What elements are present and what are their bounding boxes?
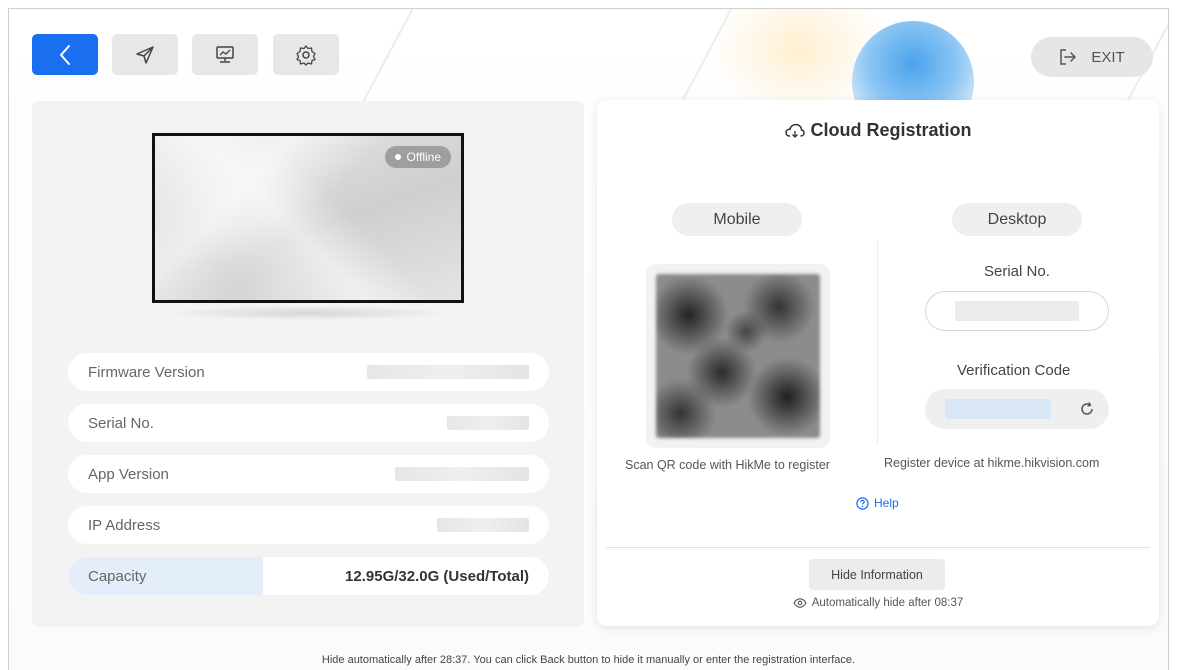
auto-hide-note: Automatically hide after 08:37 <box>597 597 1159 609</box>
redacted-value <box>437 518 529 532</box>
redacted-value <box>945 399 1051 419</box>
cloud-icon <box>784 123 805 138</box>
monitor-icon <box>216 45 234 63</box>
device-shadow <box>172 306 444 320</box>
redacted-value <box>447 416 529 430</box>
eye-icon <box>793 598 807 608</box>
section-divider <box>606 547 1150 548</box>
info-label: App Version <box>88 465 169 483</box>
redacted-value <box>395 467 529 481</box>
device-info-panel: Offline Firmware Version Serial No. App … <box>32 101 584 627</box>
logout-icon <box>1060 49 1077 65</box>
help-link[interactable]: Help <box>856 496 899 510</box>
refresh-icon <box>1081 402 1093 415</box>
footer-note: Hide automatically after 28:37. You can … <box>321 654 856 666</box>
verification-code-field <box>925 389 1109 429</box>
help-icon <box>856 496 869 510</box>
send-icon <box>136 45 154 64</box>
capacity-value: 12.95G/32.0G (Used/Total) <box>345 567 529 585</box>
verification-code-label: Verification Code <box>957 362 1071 379</box>
refresh-code-button[interactable] <box>1079 401 1095 417</box>
chevron-left-icon <box>60 44 70 65</box>
mode-mobile: Mobile <box>672 203 802 236</box>
exit-label: EXIT <box>1091 48 1125 66</box>
hide-information-label: Hide Information <box>831 567 923 582</box>
gear-icon <box>296 44 316 66</box>
status-dot-icon <box>394 154 401 160</box>
redacted-value <box>367 365 529 379</box>
qr-code-frame <box>646 264 830 448</box>
serial-field[interactable] <box>925 291 1109 331</box>
mode-desktop-label: Desktop <box>987 210 1047 228</box>
auto-hide-text: Automatically hide after 08:37 <box>811 597 964 609</box>
cloud-registration-panel: Cloud Registration Mobile Desktop Scan Q… <box>597 100 1159 626</box>
panel-title-text: Cloud Registration <box>810 120 972 140</box>
info-row-firmware: Firmware Version <box>68 353 549 391</box>
info-row-app-version: App Version <box>68 455 549 493</box>
info-label: Firmware Version <box>88 363 205 381</box>
redacted-value <box>955 301 1079 321</box>
status-label: Offline <box>406 150 441 164</box>
back-button[interactable] <box>32 34 98 75</box>
exit-button[interactable]: EXIT <box>1031 37 1153 77</box>
send-button[interactable] <box>112 34 178 75</box>
info-row-serial: Serial No. <box>68 404 549 442</box>
mode-mobile-label: Mobile <box>713 210 761 228</box>
device-preview: Offline <box>152 133 464 303</box>
hide-information-button[interactable]: Hide Information <box>809 559 945 590</box>
help-label: Help <box>874 496 899 510</box>
serial-label: Serial No. <box>984 263 1050 280</box>
mobile-caption: Scan QR code with HikMe to register <box>625 458 830 472</box>
screen-button[interactable] <box>192 34 258 75</box>
settings-button[interactable] <box>273 34 339 75</box>
mode-desktop: Desktop <box>952 203 1082 236</box>
info-row-capacity: Capacity 12.95G/32.0G (Used/Total) <box>68 557 549 595</box>
info-label: Serial No. <box>88 414 154 432</box>
qr-code <box>656 274 820 438</box>
capacity-label: Capacity <box>88 567 147 585</box>
info-row-ip: IP Address <box>68 506 549 544</box>
info-label: IP Address <box>88 516 161 534</box>
column-divider <box>877 240 878 445</box>
desktop-caption: Register device at hikme.hikvision.com <box>884 456 1100 470</box>
status-badge: Offline <box>384 146 451 168</box>
panel-title: Cloud Registration <box>597 120 1159 141</box>
